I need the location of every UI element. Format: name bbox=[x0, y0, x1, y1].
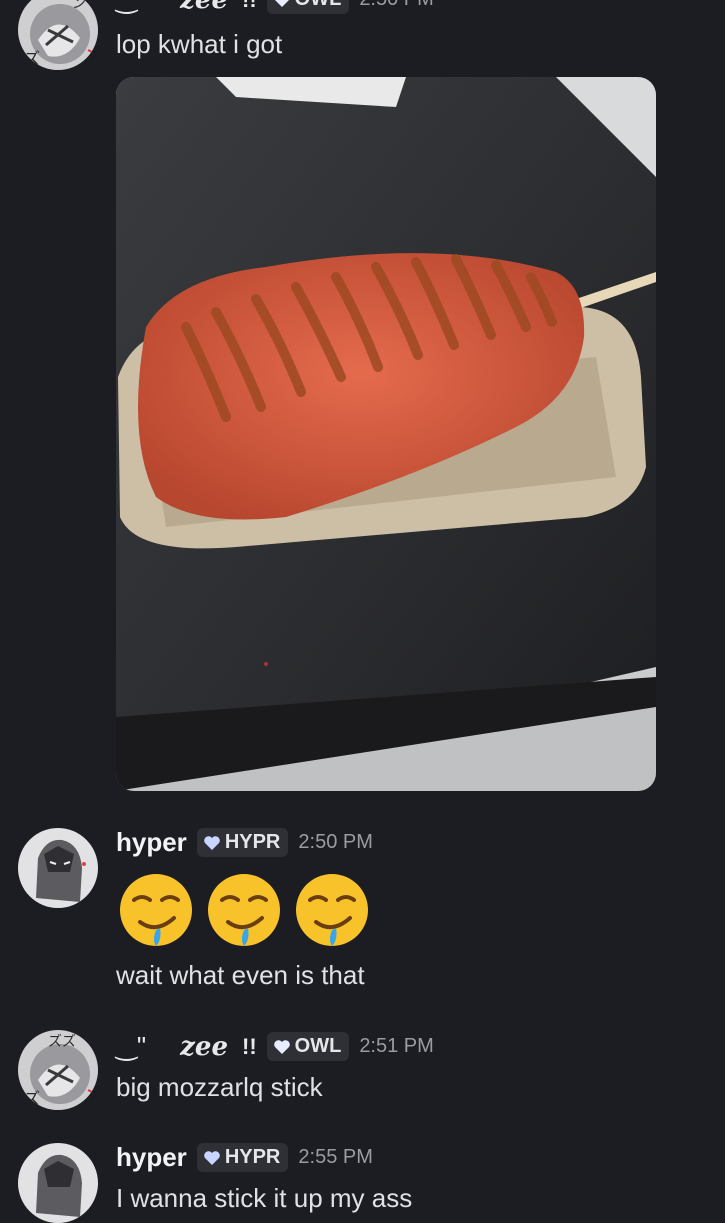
svg-text:ン: ン bbox=[72, 0, 86, 12]
message-header: ‿" zee !! OWL 2:50 PM bbox=[116, 0, 434, 15]
username[interactable]: zee bbox=[180, 1032, 228, 1062]
username-suffix: !! bbox=[242, 1033, 257, 1059]
guild-tag-label: OWL bbox=[295, 0, 342, 11]
username-suffix: !! bbox=[242, 0, 257, 13]
avatar[interactable]: ズズ ズ bbox=[18, 1030, 98, 1110]
guild-tag-label: HYPR bbox=[224, 1146, 281, 1168]
svg-text:ズ: ズ bbox=[24, 1089, 40, 1108]
guild-tag-label: OWL bbox=[294, 1035, 342, 1057]
guild-tag-label: HYPR bbox=[224, 831, 281, 853]
message-header: ‿" zee !! OWL 2:51 PM bbox=[116, 1031, 434, 1062]
avatar-hyper-image bbox=[18, 828, 98, 908]
avatar[interactable] bbox=[18, 828, 98, 908]
heart-icon bbox=[273, 1039, 290, 1054]
svg-text:ズ: ズ bbox=[24, 49, 40, 68]
heart-icon bbox=[204, 835, 220, 850]
heart-icon bbox=[204, 1150, 220, 1165]
avatar-hyper-image bbox=[18, 1143, 98, 1223]
avatar[interactable]: ズ ン bbox=[18, 0, 98, 70]
avatar[interactable] bbox=[18, 1143, 98, 1223]
username-prefix: ‿" bbox=[116, 0, 146, 15]
corn-dog-photo bbox=[116, 77, 656, 791]
username[interactable]: hyper bbox=[116, 827, 187, 858]
timestamp: 2:51 PM bbox=[359, 1035, 434, 1057]
message-text: wait what even is that bbox=[116, 960, 365, 990]
username-prefix: ‿" bbox=[116, 1031, 147, 1061]
timestamp: 2:50 PM bbox=[359, 0, 433, 11]
message-zee-1: ズ ン ‿" zee !! OWL 2:50 PM lop kwhat i go… bbox=[0, 0, 725, 800]
timestamp: 2:50 PM bbox=[298, 831, 373, 853]
svg-text:ズズ: ズズ bbox=[48, 1034, 76, 1050]
username[interactable]: zee bbox=[180, 0, 228, 15]
message-header: hyper HYPR 2:50 PM bbox=[116, 827, 373, 858]
drooling-face-emoji[interactable] bbox=[204, 870, 284, 950]
image-attachment[interactable] bbox=[116, 77, 656, 791]
guild-tag[interactable]: OWL bbox=[266, 0, 350, 14]
username[interactable]: hyper bbox=[116, 1142, 187, 1173]
drooling-face-icon bbox=[208, 874, 280, 946]
guild-tag[interactable]: HYPR bbox=[196, 1143, 289, 1172]
guild-tag[interactable]: HYPR bbox=[196, 828, 289, 857]
message-header: hyper HYPR 2:55 PM bbox=[116, 1142, 373, 1173]
timestamp: 2:55 PM bbox=[298, 1146, 373, 1168]
guild-tag[interactable]: OWL bbox=[266, 1032, 350, 1061]
drooling-face-icon bbox=[296, 874, 368, 946]
message-text: I wanna stick it up my ass bbox=[116, 1183, 413, 1213]
drooling-face-emoji[interactable] bbox=[292, 870, 372, 950]
heart-icon bbox=[275, 0, 289, 7]
drooling-face-emoji[interactable] bbox=[116, 870, 196, 950]
message-text: lop kwhat i got bbox=[116, 29, 283, 59]
avatar-zee-image: ズ ン bbox=[18, 0, 98, 70]
message-text: big mozzarlq stick bbox=[116, 1072, 323, 1102]
avatar-zee-image: ズズ ズ bbox=[18, 1030, 98, 1110]
drooling-face-icon bbox=[120, 874, 192, 946]
